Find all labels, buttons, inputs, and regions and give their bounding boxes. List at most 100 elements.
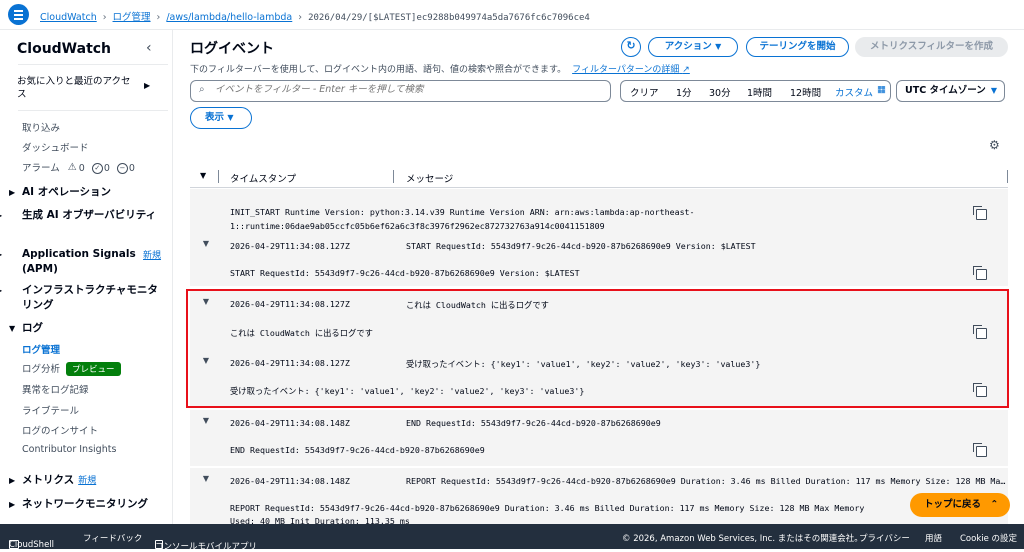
- alarm-count: 0: [78, 163, 85, 174]
- feedback-link[interactable]: フィードバック: [83, 532, 142, 544]
- time-clear[interactable]: クリア: [630, 85, 659, 99]
- copy-icon[interactable]: [973, 266, 987, 280]
- caret-down-icon[interactable]: ▼: [200, 239, 212, 248]
- log-event-row[interactable]: ▼ 2026-04-29T11:34:08.127Z 受け取ったイベント: {'…: [190, 349, 1008, 406]
- sidebar-item-log-anomalies[interactable]: 異常をログ記録: [22, 382, 89, 396]
- filter-pattern-link[interactable]: フィルターパターンの詳細 ↗: [572, 65, 690, 75]
- description-text: 下のフィルターバーを使用して、ログイベント内の用語、語句、値の検索や照合ができま…: [190, 65, 567, 75]
- timezone-select[interactable]: UTC タイムゾーン ▼: [896, 80, 1005, 102]
- display-button[interactable]: 表示 ▼: [190, 107, 252, 129]
- page-title: ログイベント: [190, 41, 274, 57]
- event-message: START RequestId: 5543d9f7-9c26-44cd-b920…: [406, 241, 756, 251]
- link-text: フィルターパターンの詳細: [572, 65, 680, 75]
- caret-right-icon: ▶: [9, 188, 16, 197]
- menu-icon[interactable]: [8, 4, 29, 25]
- terms-link[interactable]: 用語: [925, 532, 942, 544]
- new-badge[interactable]: 新規: [143, 248, 161, 261]
- time-custom[interactable]: カスタム: [835, 85, 873, 99]
- caret-down-icon[interactable]: ▼: [200, 297, 212, 306]
- log-event-row[interactable]: ▼ 2026-04-29T11:34:08.148Z REPORT Reques…: [190, 468, 1008, 526]
- time-1h[interactable]: 1時間: [747, 85, 772, 99]
- caret-right-icon: ▶: [9, 500, 16, 509]
- search-input[interactable]: [215, 84, 605, 95]
- sidebar-item-label: ログ分析: [22, 364, 61, 375]
- chevron-right-icon: ›: [102, 12, 107, 23]
- caret-right-icon[interactable]: ▶: [144, 81, 150, 90]
- time-12h[interactable]: 12時間: [790, 85, 821, 99]
- copy-icon[interactable]: [973, 443, 987, 457]
- event-detail-text: これは CloudWatch に出るログです: [230, 328, 373, 338]
- column-timestamp[interactable]: タイムスタンプ: [230, 171, 296, 185]
- time-1m[interactable]: 1分: [676, 85, 692, 99]
- chevron-right-icon: ›: [298, 12, 303, 23]
- breadcrumb-log-management[interactable]: ログ管理: [113, 12, 151, 23]
- sidebar-section-infra[interactable]: ▶インフラストラクチャモニタリング: [0, 283, 159, 312]
- sidebar-section-logs[interactable]: ▼ ログ: [9, 321, 43, 336]
- sidebar-section-metrics[interactable]: ▶ メトリクス 新規: [9, 473, 96, 488]
- section-label: メトリクス: [22, 474, 75, 486]
- new-badge[interactable]: 新規: [78, 476, 96, 486]
- section-label: ネットワークモニタリング: [22, 498, 148, 510]
- event-message: これは CloudWatch に出るログです: [406, 300, 549, 310]
- time-30m[interactable]: 30分: [709, 85, 731, 99]
- sidebar-item-log-insights[interactable]: ログのインサイト: [22, 423, 98, 437]
- warning-icon: ⚠: [67, 162, 77, 173]
- event-detail-text: 受け取ったイベント: {'key1': 'value1', 'key2': 'v…: [230, 386, 585, 396]
- breadcrumb-cloudwatch[interactable]: CloudWatch: [40, 12, 97, 23]
- section-label: Application Signals (APM): [22, 248, 136, 275]
- sidebar-section-ai-ops[interactable]: ▶ AI オペレーション: [9, 185, 111, 200]
- log-event-row[interactable]: ▼ 2026-04-29T11:34:08.127Z これは CloudWatc…: [190, 289, 1008, 349]
- top-bar: CloudWatch › ログ管理 › /aws/lambda/hello-lambda…: [0, 0, 1024, 30]
- sidebar-item-contributor-insights[interactable]: Contributor Insights: [22, 444, 116, 455]
- actions-button[interactable]: アクション ▼: [648, 37, 738, 57]
- column-message[interactable]: メッセージ: [406, 171, 453, 185]
- filter-search[interactable]: ⌕: [190, 80, 611, 102]
- section-label: AI オペレーション: [22, 186, 111, 198]
- caret-down-icon[interactable]: ▼: [200, 474, 212, 483]
- copy-icon[interactable]: [973, 206, 987, 220]
- cookie-settings-link[interactable]: Cookie の設定: [960, 532, 1017, 544]
- caret-down-icon: ▼: [715, 42, 722, 51]
- start-tailing-button[interactable]: テーリングを開始: [746, 37, 849, 57]
- section-label: インフラストラクチャモニタリング: [22, 284, 158, 311]
- button-label: アクション: [664, 41, 712, 52]
- event-message: REPORT RequestId: 5543d9f7-9c26-44cd-b92…: [406, 476, 1006, 486]
- column-divider: [393, 170, 394, 183]
- gear-icon[interactable]: ⚙: [989, 138, 1000, 152]
- chevron-up-icon: ⌃: [990, 499, 999, 510]
- sidebar-section-genai[interactable]: ▶生成 AI オブザーバビリティ: [0, 208, 159, 223]
- close-icon[interactable]: ‹: [146, 40, 152, 56]
- sidebar-item-log-management[interactable]: ログ管理: [22, 342, 60, 356]
- sidebar-item-log-analysis[interactable]: ログ分析 プレビュー: [22, 361, 121, 376]
- caret-down-icon[interactable]: ▼: [200, 171, 206, 180]
- caret-right-icon: ▶: [0, 209, 22, 223]
- log-event-row[interactable]: ▼ 2026-04-29T11:34:08.127Z START Request…: [190, 233, 1008, 286]
- caret-down-icon: ▼: [9, 324, 16, 333]
- sidebar-item-live-tail[interactable]: ライブテール: [22, 403, 79, 417]
- calendar-icon[interactable]: ▦: [877, 84, 886, 95]
- refresh-button[interactable]: ↻: [621, 37, 641, 57]
- alarm-count: 0: [128, 163, 135, 174]
- back-to-top-button[interactable]: トップに戻る ⌃: [910, 493, 1010, 517]
- sidebar-section-network[interactable]: ▶ ネットワークモニタリング: [9, 497, 148, 512]
- log-event-row[interactable]: ▼ 2026-04-29T11:34:08.148Z END RequestId…: [190, 410, 1008, 466]
- caret-down-icon[interactable]: ▼: [200, 416, 212, 425]
- event-timestamp: 2026-04-29T11:34:08.127Z: [230, 299, 350, 309]
- sidebar-item-ingest[interactable]: 取り込み: [22, 120, 60, 134]
- time-range-selector: クリア 1分 30分 1時間 12時間 カスタム ▦: [620, 80, 891, 102]
- sidebar-item-favorites[interactable]: お気に入りと最近のアクセス: [17, 75, 137, 101]
- caret-down-icon: ▼: [227, 113, 234, 122]
- create-metric-filter-button[interactable]: メトリクスフィルターを作成: [855, 37, 1008, 57]
- sidebar-item-dashboard[interactable]: ダッシュボード: [22, 140, 89, 154]
- event-timestamp: 2026-04-29T11:34:08.127Z: [230, 241, 350, 251]
- sidebar-item-alarms[interactable]: アラーム ⚠ 0 ✓ 0 −0: [22, 160, 135, 174]
- minus-circle-icon: −: [116, 163, 128, 174]
- breadcrumb-log-group[interactable]: /aws/lambda/hello-lambda: [166, 12, 292, 23]
- divider: [18, 64, 168, 65]
- copy-icon[interactable]: [973, 325, 987, 339]
- privacy-link[interactable]: プライバシー: [859, 532, 910, 544]
- copy-icon[interactable]: [973, 383, 987, 397]
- caret-down-icon[interactable]: ▼: [200, 356, 212, 365]
- column-divider: [1007, 170, 1008, 183]
- event-timestamp: 2026-04-29T11:34:08.148Z: [230, 418, 350, 428]
